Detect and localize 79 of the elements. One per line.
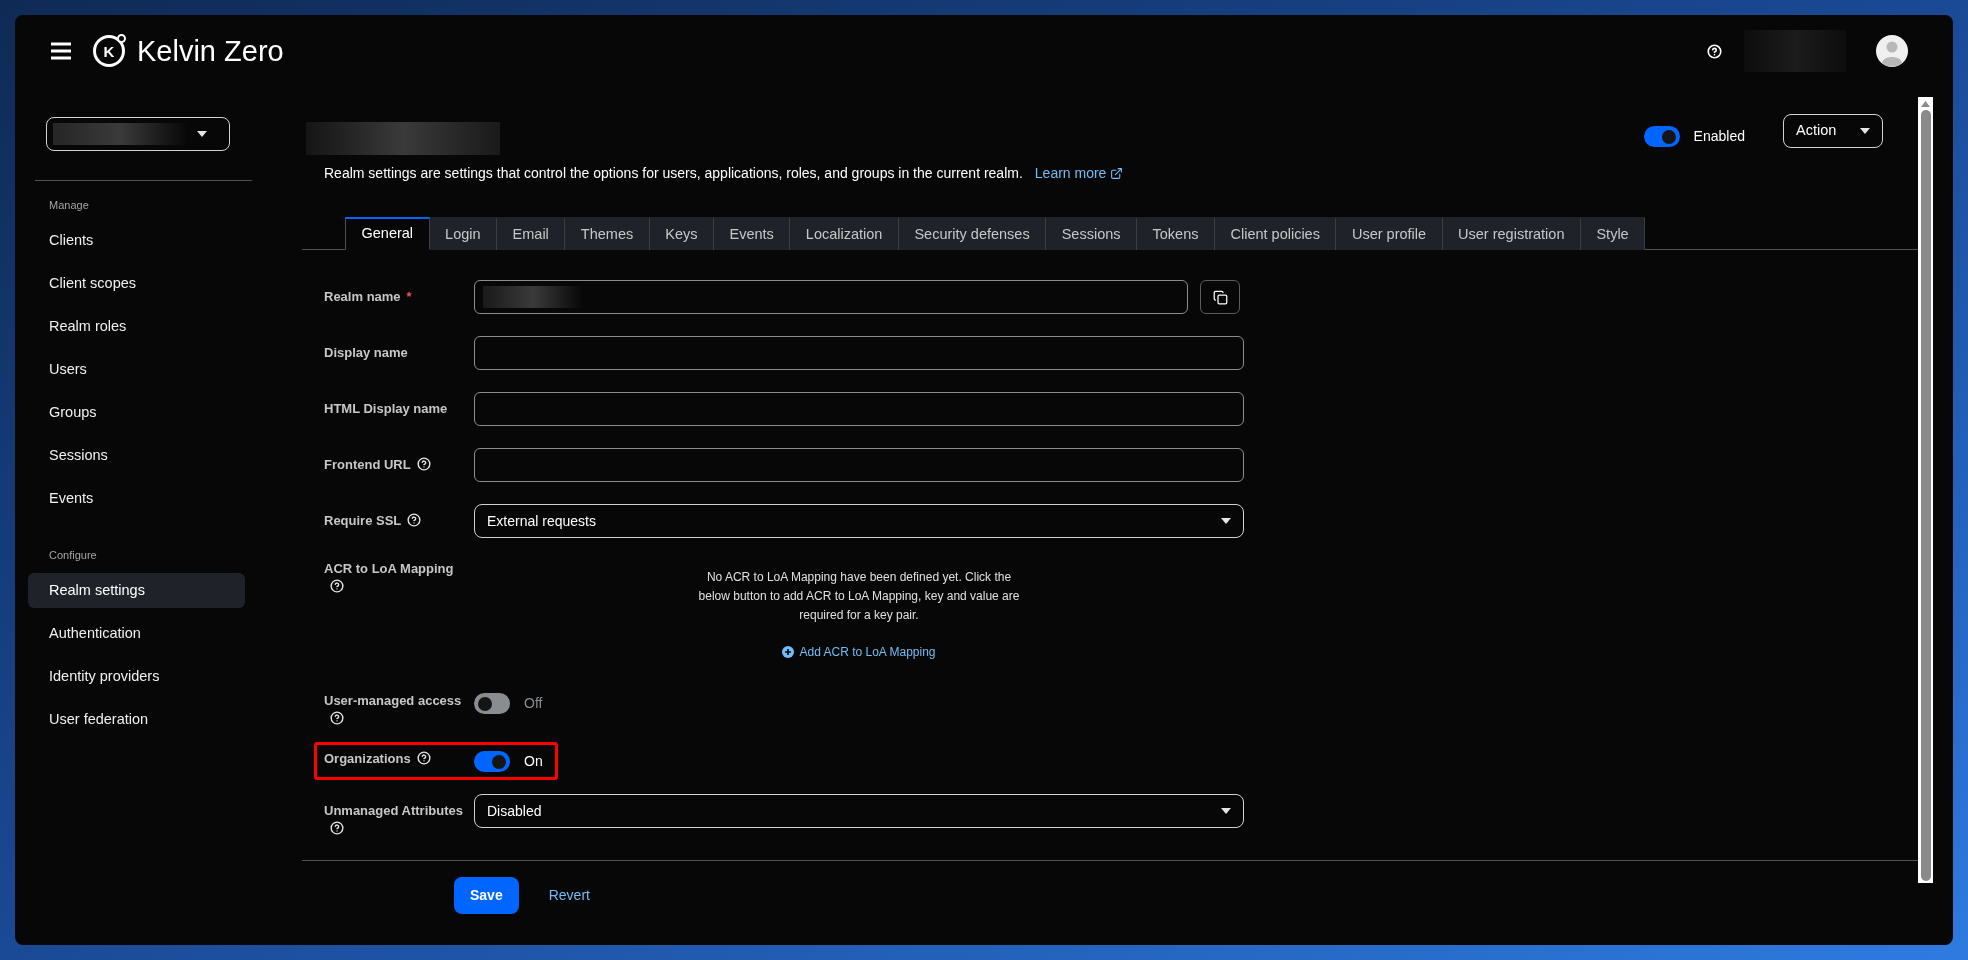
- select-value: Disabled: [487, 801, 542, 821]
- select-dropdown[interactable]: External requests: [474, 504, 1244, 538]
- action-dropdown[interactable]: Action: [1783, 114, 1883, 148]
- nav-item[interactable]: User federation: [28, 702, 245, 737]
- switch-state-label: Off: [524, 694, 543, 713]
- revert-button[interactable]: Revert: [532, 877, 606, 914]
- plus-circle-icon: [782, 646, 795, 658]
- field-label: Organizations: [324, 751, 411, 766]
- tab[interactable]: Security defenses: [898, 217, 1047, 250]
- tab[interactable]: General: [345, 217, 430, 250]
- copy-icon: [1212, 289, 1228, 305]
- caret-icon: [1221, 808, 1231, 814]
- nav-item[interactable]: Authentication: [28, 616, 245, 651]
- tab[interactable]: Localization: [790, 217, 899, 250]
- empty-state-text: No ACR to LoA Mapping have been defined yet. Click the below button to add ACR to LoA Mapping, key and value are required for a key pair.: [697, 569, 1021, 624]
- required-mark: *: [406, 289, 412, 304]
- field-label: User-managed access: [324, 693, 462, 708]
- text-field[interactable]: [474, 336, 1244, 370]
- text-field[interactable]: [474, 392, 1244, 426]
- toggle-switch[interactable]: [474, 693, 510, 714]
- tab[interactable]: User registration: [1442, 217, 1581, 250]
- nav-section-heading: Configure: [49, 547, 98, 563]
- external-link-icon: [1110, 167, 1124, 180]
- help-icon[interactable]: [407, 513, 422, 527]
- help-icon[interactable]: [416, 751, 431, 765]
- field-label: HTML Display name: [324, 401, 448, 416]
- caret-icon: [197, 131, 207, 137]
- caret-icon: [1221, 518, 1231, 524]
- nav-item[interactable]: Groups: [28, 395, 245, 431]
- nav-item[interactable]: Realm roles: [28, 309, 245, 345]
- tab[interactable]: Email: [497, 217, 566, 250]
- help-icon[interactable]: [416, 457, 431, 471]
- nav-item[interactable]: Clients: [28, 223, 245, 259]
- tab[interactable]: User profile: [1336, 217, 1443, 250]
- field-label: Require SSL: [324, 513, 402, 528]
- realm-selector[interactable]: [46, 117, 230, 151]
- switch-state-label: On: [524, 752, 543, 771]
- toggle-switch[interactable]: [474, 751, 510, 772]
- tab[interactable]: Themes: [565, 217, 650, 250]
- tab[interactable]: Events: [714, 217, 791, 250]
- nav-section-heading: Manage: [49, 198, 90, 213]
- help-icon[interactable]: [330, 711, 344, 725]
- brand-logo[interactable]: K: [93, 35, 125, 67]
- brand-name: Kelvin Zero: [137, 36, 284, 66]
- caret-icon: [1860, 128, 1870, 134]
- help-icon[interactable]: [330, 821, 344, 835]
- text-field[interactable]: [474, 448, 1244, 482]
- tab[interactable]: Tokens: [1137, 217, 1215, 250]
- tab[interactable]: Style: [1580, 217, 1646, 250]
- tab[interactable]: Client policies: [1214, 217, 1337, 250]
- field-label: Display name: [324, 345, 408, 360]
- select-dropdown[interactable]: Disabled: [474, 794, 1244, 828]
- scrollbar[interactable]: [1918, 97, 1933, 883]
- nav-item[interactable]: Client scopes: [28, 266, 245, 302]
- scroll-up-arrow-icon[interactable]: [1921, 101, 1930, 107]
- nav-item[interactable]: Realm settings: [28, 573, 245, 608]
- tab[interactable]: Login: [429, 217, 498, 250]
- toggle-switch[interactable]: [1643, 126, 1680, 147]
- copy-button[interactable]: [1200, 280, 1240, 314]
- field-label: Unmanaged Attributes: [324, 803, 463, 818]
- avatar-icon[interactable]: [1876, 35, 1908, 67]
- switch-label: Enabled: [1693, 127, 1745, 146]
- tab[interactable]: Sessions: [1046, 217, 1137, 250]
- add-mapping-link[interactable]: Add ACR to LoA Mapping: [782, 643, 936, 661]
- select-value: External requests: [487, 511, 596, 531]
- learn-more-link[interactable]: Learn more: [1034, 163, 1124, 184]
- text-field[interactable]: [474, 280, 1188, 314]
- nav-item[interactable]: Identity providers: [28, 659, 245, 694]
- nav-item[interactable]: Users: [28, 352, 245, 388]
- menu-icon[interactable]: [51, 42, 71, 60]
- save-button[interactable]: Save: [454, 877, 519, 914]
- nav-item[interactable]: Sessions: [28, 438, 245, 474]
- field-label: ACR to LoA Mapping: [324, 561, 454, 576]
- field-label: Realm name: [324, 289, 401, 304]
- nav-item[interactable]: Events: [28, 481, 245, 517]
- page-description: Realm settings are settings that control the options for users, applications, roles, and groups in the current realm.: [324, 164, 1023, 183]
- tab[interactable]: Keys: [649, 217, 714, 250]
- field-label: Frontend URL: [324, 457, 411, 472]
- help-icon[interactable]: [330, 579, 344, 593]
